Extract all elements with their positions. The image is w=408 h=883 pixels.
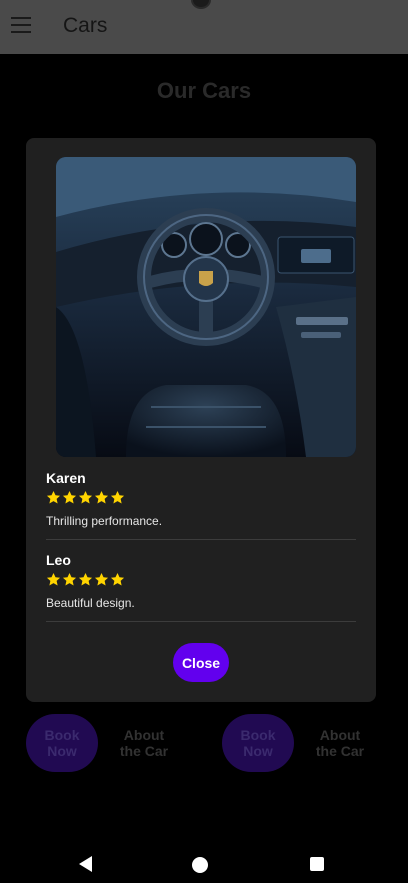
close-button[interactable]: Close (173, 643, 229, 682)
star-rating (46, 572, 356, 592)
star-icon (110, 572, 125, 586)
star-icon (62, 490, 77, 504)
about-car-label: About the Car (315, 727, 365, 759)
home-icon[interactable] (192, 857, 208, 873)
book-now-label: Book Now (44, 727, 80, 759)
book-now-button[interactable]: Book Now (222, 714, 294, 772)
star-icon (78, 490, 93, 504)
menu-icon[interactable] (11, 17, 31, 33)
background-card-actions: Book Now About the Car Book Now About th… (0, 714, 408, 772)
review-divider (46, 539, 356, 540)
review-comment: Beautiful design. (46, 596, 135, 610)
about-car-button[interactable]: About the Car (108, 727, 180, 759)
review-item: Leo Beautiful design. (46, 552, 356, 610)
book-now-button[interactable]: Book Now (26, 714, 98, 772)
about-car-label: About the Car (119, 727, 169, 759)
app-bar: Cars (0, 0, 408, 54)
recents-icon[interactable] (310, 857, 324, 871)
about-car-button[interactable]: About the Car (304, 727, 376, 759)
review-item: Karen Thrilling performance. (46, 470, 356, 528)
page-heading: Our Cars (156, 78, 252, 103)
system-nav-bar (0, 845, 408, 883)
star-icon (46, 490, 61, 504)
car-details-dialog: Karen Thrilling performance. Leo Beautif… (26, 138, 376, 702)
star-icon (94, 490, 109, 504)
star-icon (62, 572, 77, 586)
book-now-label: Book Now (240, 727, 276, 759)
reviewer-name: Leo (46, 552, 71, 568)
star-icon (46, 572, 61, 586)
star-rating (46, 490, 356, 510)
screen: Cars Our Cars Book Now About the Car Boo… (0, 0, 408, 883)
car-interior-image (56, 157, 356, 457)
star-icon (78, 572, 93, 586)
back-icon[interactable] (77, 855, 93, 873)
star-icon (94, 572, 109, 586)
camera-cutout (191, 0, 211, 9)
reviewer-name: Karen (46, 470, 86, 486)
app-bar-title: Cars (63, 14, 108, 37)
review-divider (46, 621, 356, 622)
star-icon (110, 490, 125, 504)
review-comment: Thrilling performance. (46, 514, 163, 528)
